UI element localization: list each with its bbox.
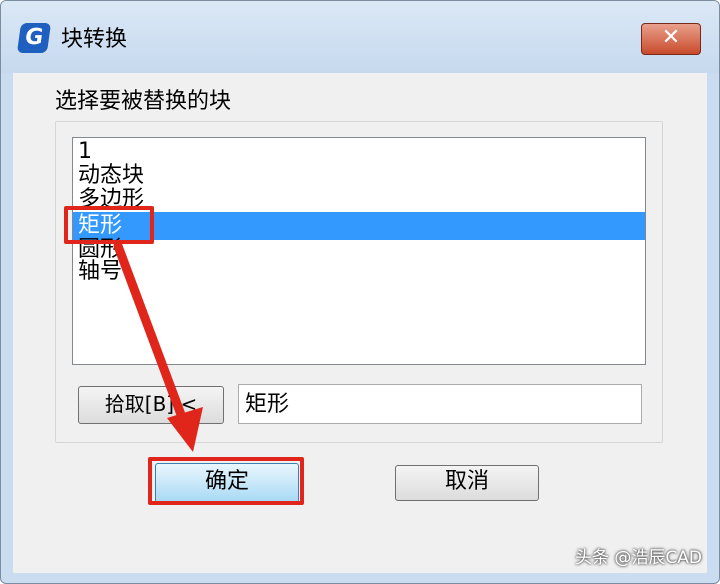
dialog-body: 选择要被替换的块 1 动态块 多边形 矩形 圆形 轴号 拾取[B] < 矩形 确… <box>13 73 707 573</box>
cancel-button[interactable]: 取消 <box>395 465 539 501</box>
ok-highlight-box <box>148 457 304 505</box>
block-convert-dialog: G 块转换 ✕ 选择要被替换的块 1 动态块 多边形 矩形 圆形 轴号 拾取[B… <box>0 0 720 584</box>
block-listbox[interactable]: 1 动态块 多边形 矩形 圆形 轴号 <box>72 137 646 365</box>
list-item[interactable]: 多边形 <box>73 186 645 214</box>
block-select-group: 1 动态块 多边形 矩形 圆形 轴号 拾取[B] < 矩形 <box>55 121 663 443</box>
title-bar[interactable]: G 块转换 ✕ <box>1 1 719 73</box>
dialog-title: 块转换 <box>61 27 128 52</box>
prompt-label: 选择要被替换的块 <box>55 89 232 114</box>
block-name-field[interactable]: 矩形 <box>238 384 642 424</box>
watermark: 头条 @浩辰CAD <box>575 548 702 568</box>
selection-highlight-box <box>64 206 154 244</box>
close-button[interactable]: ✕ <box>641 23 701 55</box>
pick-button[interactable]: 拾取[B] < <box>78 386 224 424</box>
app-logo-icon: G <box>16 23 52 53</box>
list-item[interactable]: 轴号 <box>73 258 645 286</box>
